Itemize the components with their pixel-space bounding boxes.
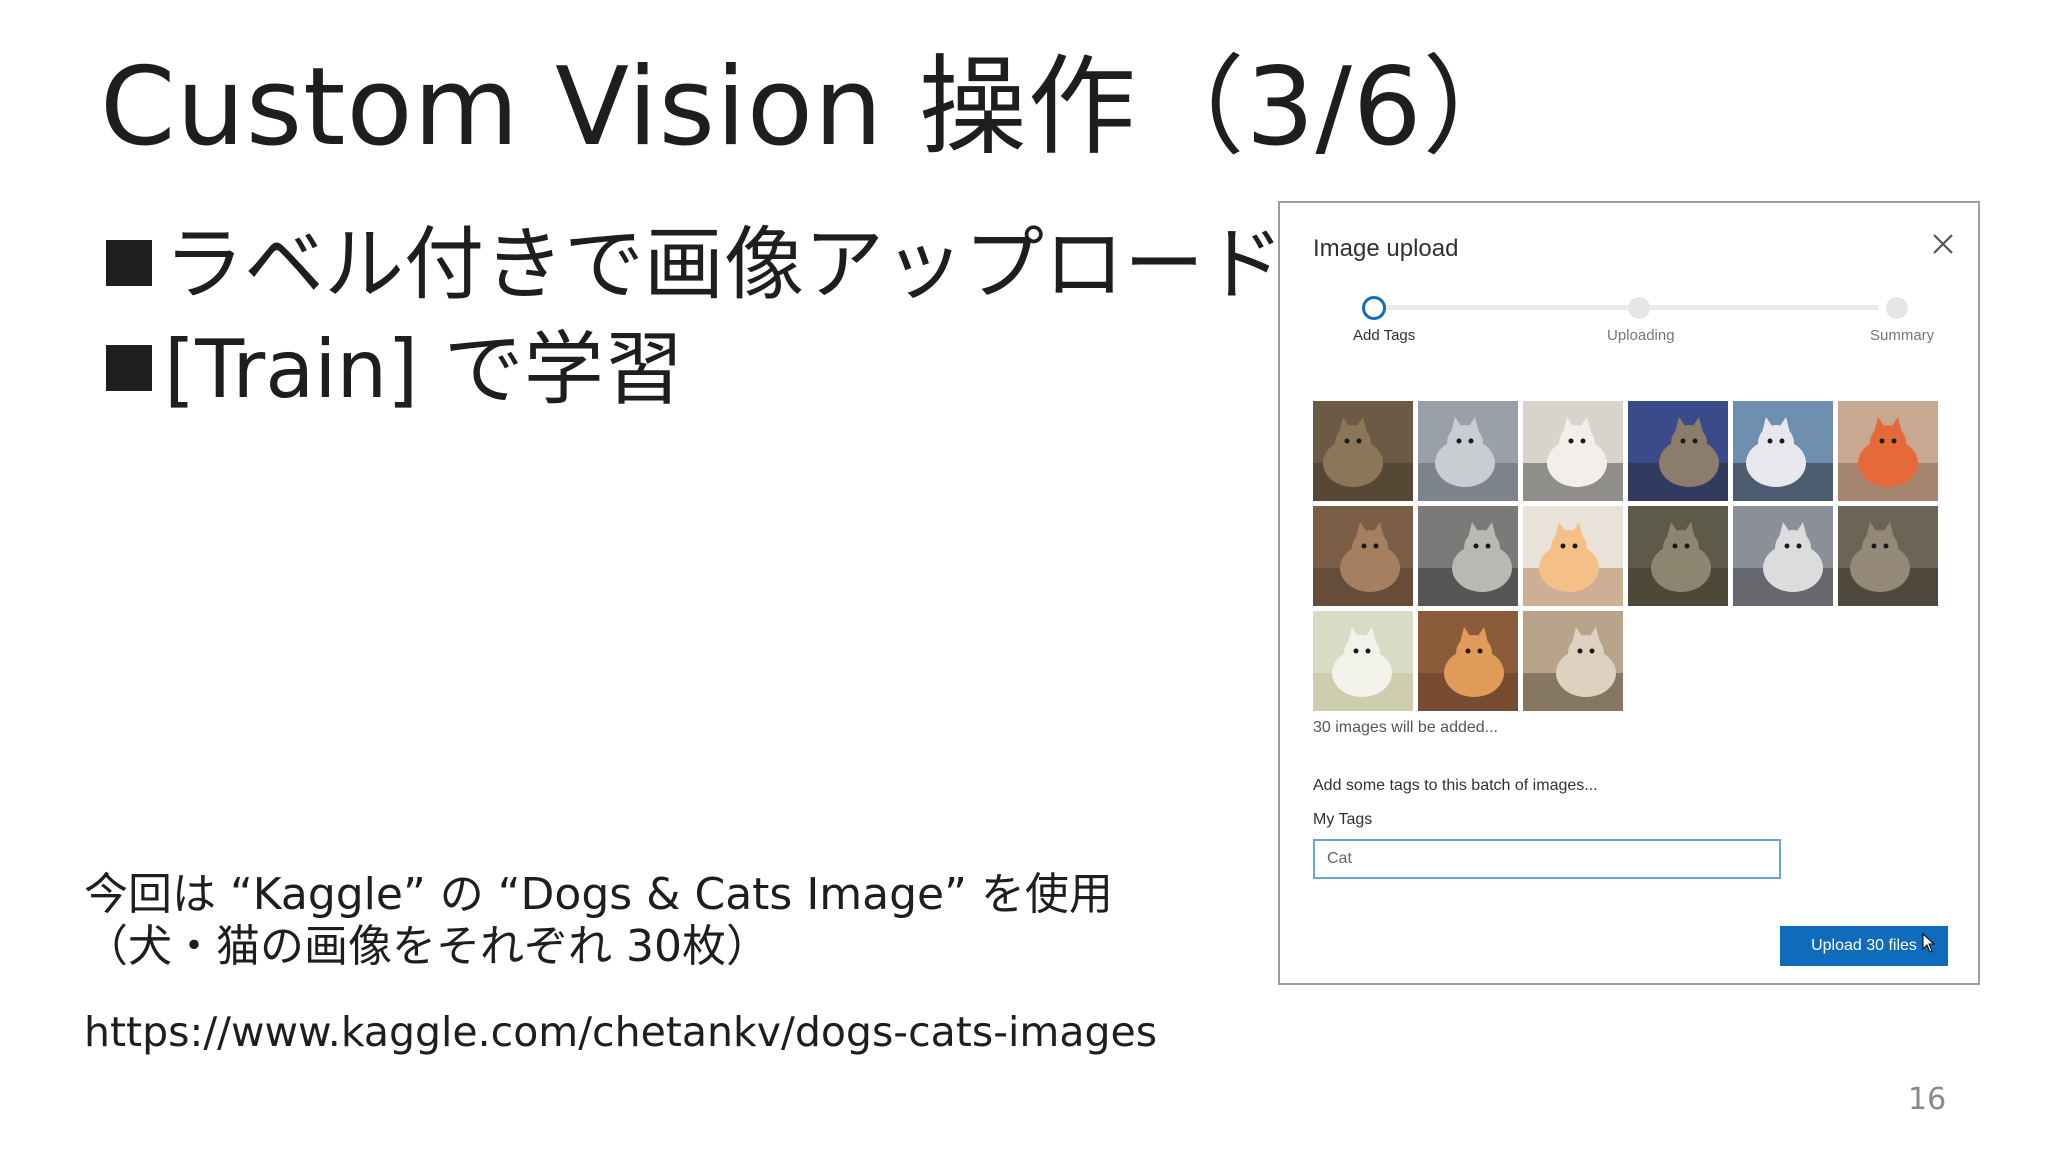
step-label-add-tags: Add Tags	[1353, 327, 1416, 344]
bullet-upload-with-labels: ラベル付きで画像アップロード	[106, 200, 1284, 316]
step-uploading-indicator	[1628, 297, 1650, 319]
bullet-train: [Train] で学習	[106, 305, 684, 421]
image-thumbnail	[1523, 401, 1623, 501]
dataset-note-detail: （犬・猫の画像をそれぞれ 30枚）	[84, 921, 770, 972]
image-thumbnail	[1628, 401, 1728, 501]
image-thumbnail	[1313, 611, 1413, 711]
image-thumbnail	[1523, 611, 1623, 711]
image-thumbnail	[1733, 401, 1833, 501]
bullet-text: ラベル付きで画像アップロード	[164, 218, 1284, 311]
image-thumbnail	[1418, 611, 1518, 711]
image-thumbnail	[1523, 506, 1623, 606]
image-upload-dialog: Image upload Add Tags Uploading Summary …	[1278, 201, 1980, 985]
image-count-text: 30 images will be added...	[1313, 719, 1498, 736]
bullet-square-icon	[106, 240, 152, 286]
dialog-title: Image upload	[1313, 235, 1459, 262]
image-thumbnail	[1418, 506, 1518, 606]
image-thumbnail	[1313, 401, 1413, 501]
step-summary-indicator	[1886, 297, 1908, 319]
image-thumbnail	[1838, 506, 1938, 606]
image-thumbnail	[1628, 506, 1728, 606]
my-tags-label: My Tags	[1313, 811, 1373, 828]
bullet-square-icon	[106, 345, 152, 391]
tag-input[interactable]	[1313, 839, 1781, 879]
close-icon[interactable]	[1930, 231, 1956, 257]
slide-title: Custom Vision 操作（3/6）	[100, 45, 1532, 170]
tags-heading: Add some tags to this batch of images...	[1313, 777, 1598, 794]
dataset-url: https://www.kaggle.com/chetankv/dogs-cat…	[84, 1008, 1158, 1056]
stepper-track	[1374, 305, 1878, 310]
step-label-uploading: Uploading	[1607, 327, 1675, 344]
bullet-text: [Train] で学習	[164, 323, 684, 416]
step-label-summary: Summary	[1870, 327, 1935, 344]
image-thumbnail	[1313, 506, 1413, 606]
image-thumbnail	[1733, 506, 1833, 606]
image-thumbnail	[1418, 401, 1518, 501]
step-add-tags-indicator	[1362, 296, 1386, 320]
page-number: 16	[1908, 1082, 1947, 1117]
mouse-pointer-icon	[1922, 932, 1936, 958]
image-thumbnail	[1838, 401, 1938, 501]
